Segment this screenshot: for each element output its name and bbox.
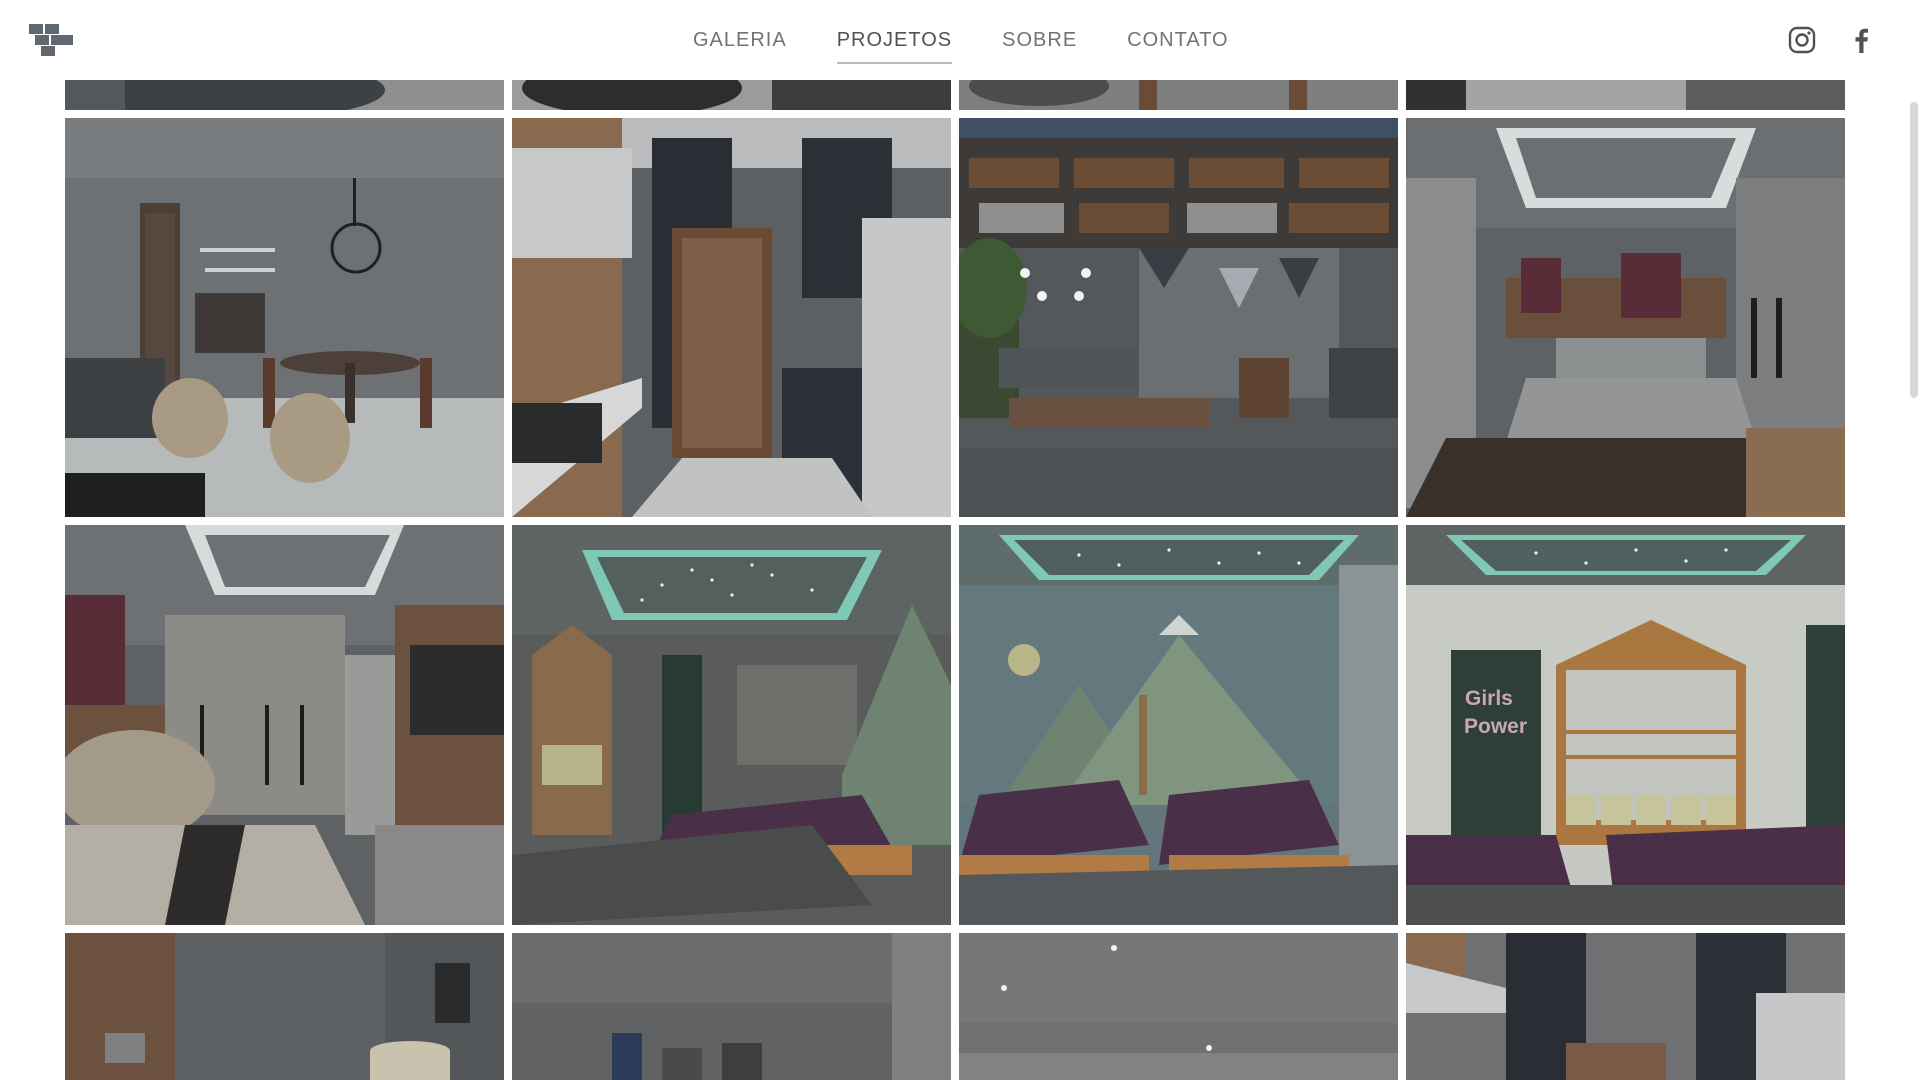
main-nav: GALERIA PROJETOS SOBRE CONTATO: [693, 0, 1279, 80]
gallery-image[interactable]: [512, 525, 951, 925]
project-gallery: Girls Power: [0, 0, 1900, 1080]
gallery-image[interactable]: [1406, 80, 1845, 110]
gallery-image[interactable]: [1406, 118, 1845, 517]
gallery-image[interactable]: [959, 118, 1398, 517]
gallery-image[interactable]: Girls Power: [1406, 525, 1845, 925]
gallery-image[interactable]: [959, 933, 1398, 1080]
page-scrollbar-thumb[interactable]: [1910, 102, 1918, 398]
logo-icon[interactable]: [29, 24, 74, 56]
gallery-image[interactable]: [65, 80, 504, 110]
gallery-image[interactable]: [512, 118, 951, 517]
nav-sobre[interactable]: SOBRE: [1002, 0, 1077, 80]
instagram-icon[interactable]: [1788, 26, 1816, 54]
gallery-image[interactable]: [65, 118, 504, 517]
site-header: GALERIA PROJETOS SOBRE CONTATO: [0, 0, 1920, 80]
nav-projetos[interactable]: PROJETOS: [836, 0, 953, 80]
facebook-icon[interactable]: [1848, 26, 1876, 54]
gallery-image[interactable]: [959, 525, 1398, 925]
nav-galeria[interactable]: GALERIA: [693, 0, 787, 80]
gallery-image[interactable]: [65, 933, 504, 1080]
gallery-image[interactable]: [1406, 933, 1845, 1080]
door-text-power: Power: [1464, 715, 1527, 738]
gallery-image[interactable]: [512, 933, 951, 1080]
door-text-girls: Girls: [1465, 687, 1513, 710]
nav-contato[interactable]: CONTATO: [1127, 0, 1228, 80]
gallery-image[interactable]: [65, 525, 504, 925]
gallery-image[interactable]: [512, 80, 951, 110]
gallery-image[interactable]: [959, 80, 1398, 110]
